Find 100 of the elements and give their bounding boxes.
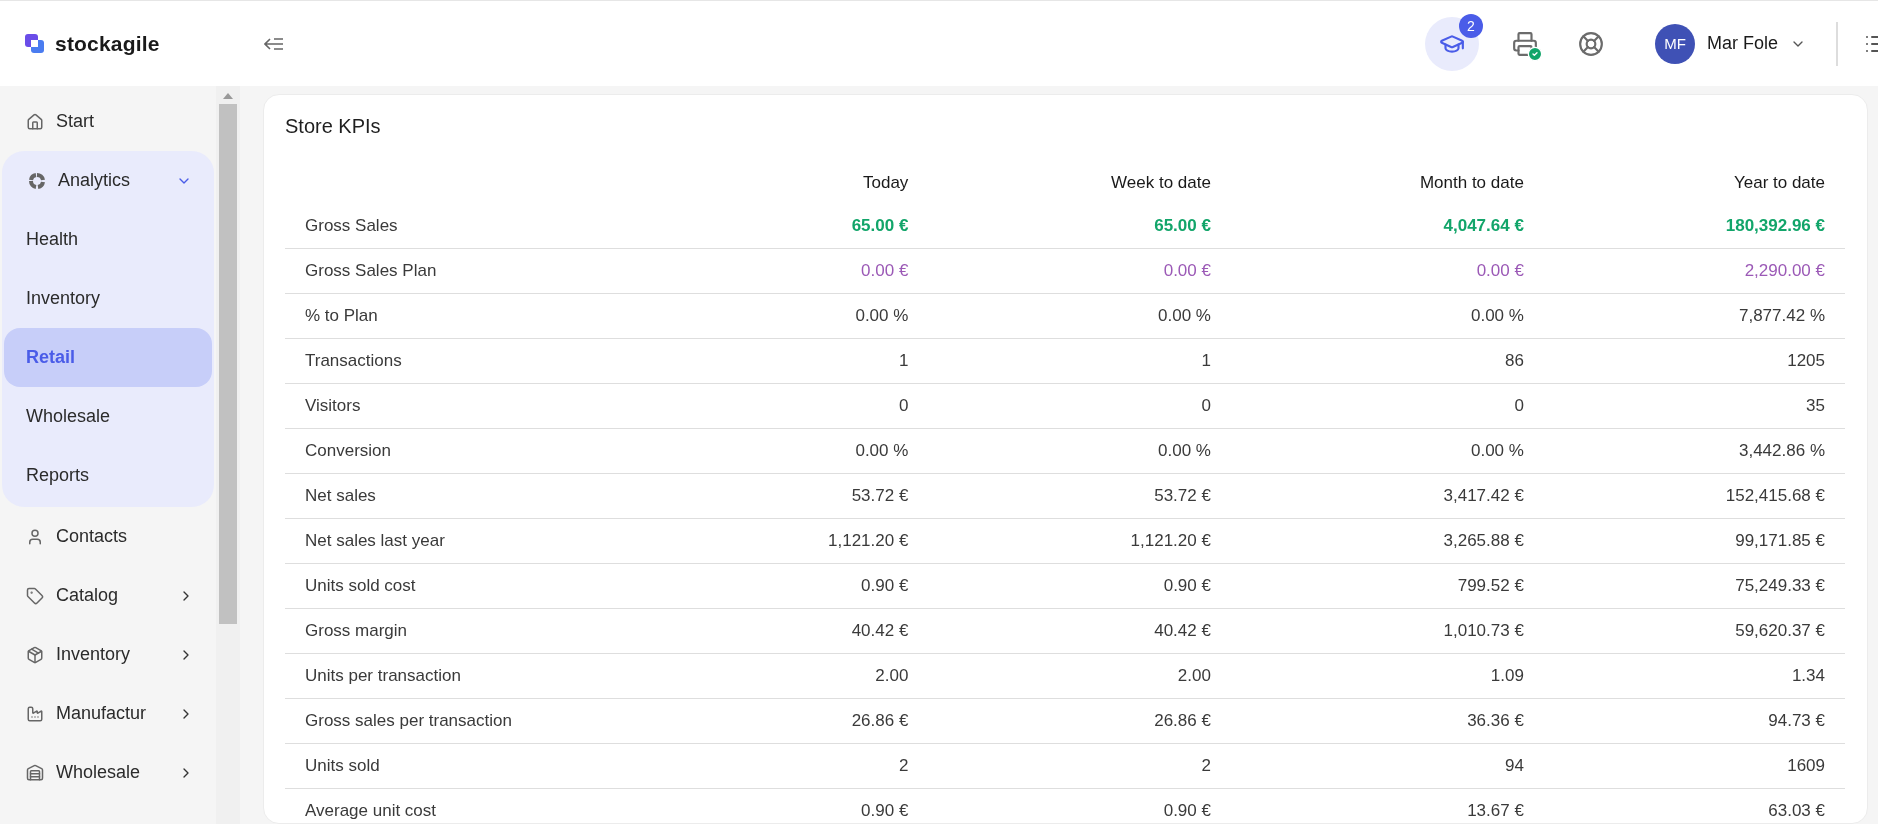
user-menu[interactable]: MF Mar Fole <box>1655 23 1806 64</box>
check-icon <box>1527 45 1543 62</box>
table-cell: 0 <box>928 383 1231 429</box>
table-cell: 0 <box>675 383 929 429</box>
column-header: Week to date <box>1110 172 1212 194</box>
row-label: Average unit cost <box>285 788 675 824</box>
row-label: Gross Sales Plan <box>285 248 675 294</box>
box-icon <box>26 645 44 664</box>
column-header: Month to date <box>1418 172 1525 194</box>
sidebar-subitem[interactable]: Wholesale <box>4 387 212 446</box>
table-cell: 799.52 € <box>1230 563 1544 609</box>
scrollbar[interactable] <box>216 86 240 824</box>
scrollbar-thumb[interactable] <box>219 104 237 624</box>
table-cell: 53.72 € <box>928 473 1231 519</box>
table-cell: 75,249.33 € <box>1543 563 1845 609</box>
row-label: Net sales last year <box>285 518 675 564</box>
table-cell: 94.73 € <box>1543 698 1845 744</box>
sidebar-subitem[interactable]: Health <box>4 210 212 269</box>
lifebuoy-icon <box>1578 30 1604 57</box>
logo-icon <box>24 32 46 55</box>
table-cell: 0.90 € <box>928 563 1231 609</box>
user-avatar: MF <box>1655 23 1695 64</box>
table-cell: 0.00 € <box>928 248 1231 294</box>
card-title: Store KPIs <box>285 115 382 138</box>
table-cell: 13.67 € <box>1230 788 1544 824</box>
sidebar-item[interactable]: Catalog <box>2 566 214 625</box>
table-cell: 3,417.42 € <box>1230 473 1544 519</box>
factory-icon <box>26 704 44 723</box>
row-label: Units sold cost <box>285 563 675 609</box>
row-label: Gross sales per transaction <box>285 698 675 744</box>
person-icon <box>26 527 44 546</box>
sidebar-item[interactable]: Start <box>2 92 214 151</box>
table-cell: 1 <box>675 338 929 384</box>
table-cell: 7,877.42 % <box>1543 293 1845 339</box>
table-cell: 1.09 <box>1230 653 1544 699</box>
row-label: Units sold <box>285 743 675 789</box>
table-cell: 94 <box>1230 743 1544 789</box>
column-header: Year to date <box>1732 172 1826 194</box>
table-cell: 65.00 € <box>675 204 929 249</box>
table-cell: 0.00 % <box>675 293 929 339</box>
table-cell: 0.00 % <box>928 428 1231 474</box>
row-label: Gross margin <box>285 608 675 654</box>
brand-name: stockagile <box>55 31 160 56</box>
table-cell: 1609 <box>1543 743 1845 789</box>
sidebar-item[interactable]: Wholesale <box>2 743 214 802</box>
analytics-icon <box>28 171 46 190</box>
table-cell: 36.36 € <box>1230 698 1544 744</box>
table-cell: 152,415.68 € <box>1543 473 1845 519</box>
table-cell: 2 <box>928 743 1231 789</box>
table-cell: 26.86 € <box>675 698 929 744</box>
printer-icon <box>1512 30 1538 57</box>
table-cell: 1,121.20 € <box>675 518 929 564</box>
table-cell: 53.72 € <box>675 473 929 519</box>
row-label: Net sales <box>285 473 675 519</box>
table-cell: 59,620.37 € <box>1543 608 1845 654</box>
table-cell: 1 <box>928 338 1231 384</box>
table-cell: 2,290.00 € <box>1543 248 1845 294</box>
table-cell: 3,265.88 € <box>1230 518 1544 564</box>
table-cell: 2.00 <box>675 653 929 699</box>
sidebar-subitem[interactable]: Inventory <box>4 269 212 328</box>
table-cell: 0.00 % <box>1230 428 1544 474</box>
table-cell: 0.00 € <box>675 248 929 294</box>
sidebar-item[interactable]: Analytics <box>4 151 212 210</box>
table-cell: 65.00 € <box>928 204 1231 249</box>
row-label: Units per transaction <box>285 653 675 699</box>
warehouse-icon <box>26 763 44 782</box>
table-cell: 0 <box>1230 383 1544 429</box>
sidebar-item[interactable]: Manufactur <box>2 684 214 743</box>
table-cell: 4,047.64 € <box>1230 204 1544 249</box>
table-cell: 0.00 % <box>1230 293 1544 339</box>
table-cell: 26.86 € <box>928 698 1231 744</box>
row-label: Conversion <box>285 428 675 474</box>
table-cell: 99,171.85 € <box>1543 518 1845 564</box>
collapse-menu-icon[interactable] <box>264 36 284 51</box>
table-cell: 86 <box>1230 338 1544 384</box>
row-label: % to Plan <box>285 293 675 339</box>
table-cell: 3,442.86 % <box>1543 428 1845 474</box>
column-header: Today <box>862 172 910 194</box>
sidebar-item[interactable]: Inventory <box>2 625 214 684</box>
table-cell: 1,010.73 € <box>1230 608 1544 654</box>
sidebar-subitem[interactable]: Reports <box>4 446 212 505</box>
row-label: Transactions <box>285 338 675 384</box>
row-label: Visitors <box>285 383 675 429</box>
table-cell: 2 <box>675 743 929 789</box>
table-cell: 0.90 € <box>928 788 1231 824</box>
table-cell: 1205 <box>1543 338 1845 384</box>
table-cell: 2.00 <box>928 653 1231 699</box>
home-icon <box>26 112 44 131</box>
table-cell: 0.00 % <box>928 293 1231 339</box>
notification-badge: 2 <box>1459 13 1483 38</box>
sidebar-item[interactable]: Contacts <box>2 507 214 566</box>
table-cell: 180,392.96 € <box>1543 204 1845 249</box>
table-cell: 40.42 € <box>928 608 1231 654</box>
table-cell: 35 <box>1543 383 1845 429</box>
table-cell: 0.00 € <box>1230 248 1544 294</box>
table-cell: 0.00 % <box>675 428 929 474</box>
tag-icon <box>26 586 44 605</box>
table-cell: 1,121.20 € <box>928 518 1231 564</box>
table-cell: 0.90 € <box>675 563 929 609</box>
table-cell: 40.42 € <box>675 608 929 654</box>
